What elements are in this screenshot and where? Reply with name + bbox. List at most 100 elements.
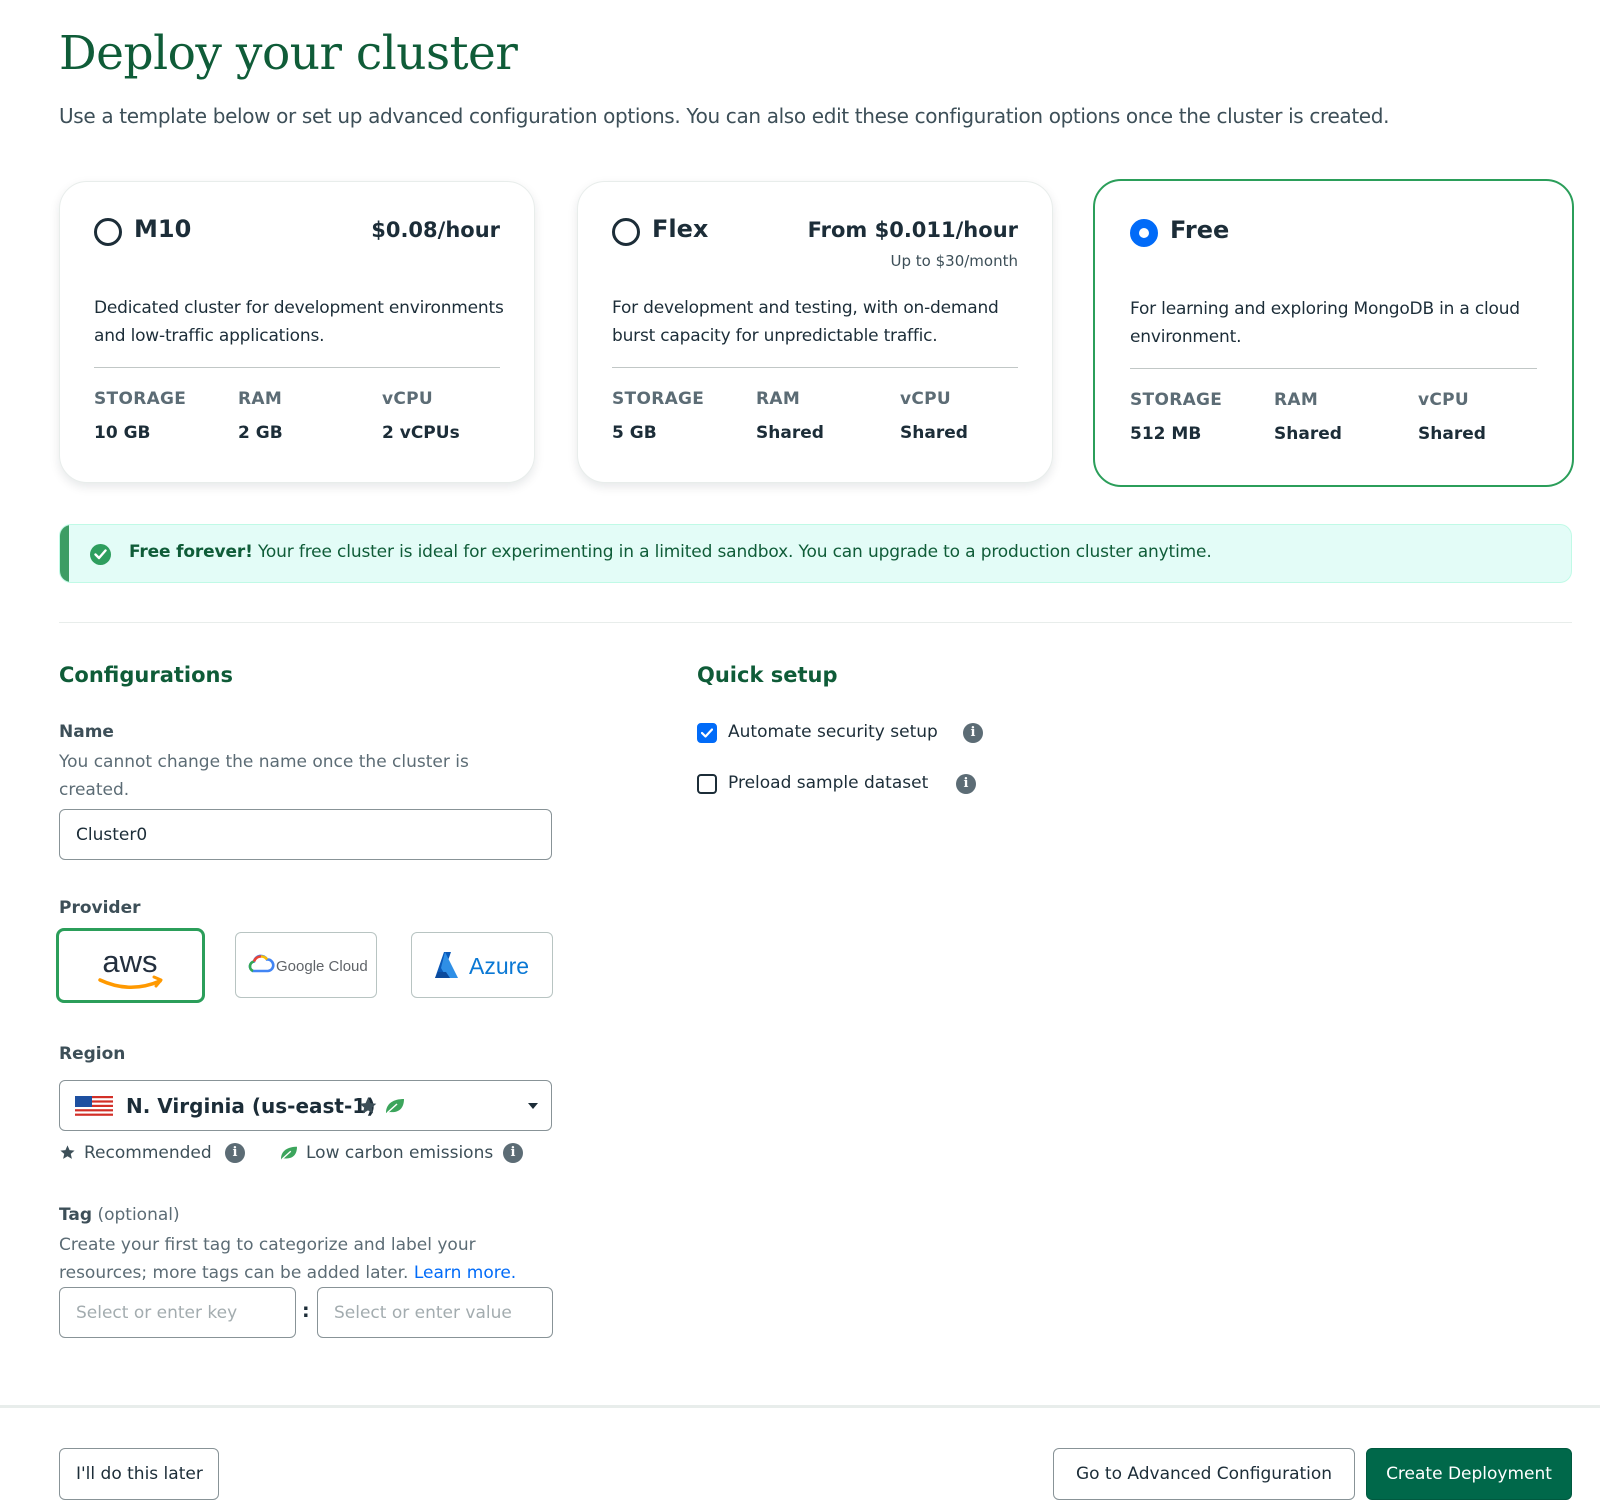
chevron-down-icon <box>528 1103 538 1109</box>
divider <box>612 367 1018 368</box>
create-deployment-button[interactable]: Create Deployment <box>1366 1448 1572 1500</box>
aws-logo-icon: aws <box>98 944 163 989</box>
free-forever-banner: Free forever! Your free cluster is ideal… <box>59 524 1572 583</box>
spec-vcpu: vCPU Shared <box>900 389 968 443</box>
tier-name: Free <box>1170 216 1230 244</box>
tag-help: Create your first tag to categorize and … <box>59 1231 539 1287</box>
spec-storage: STORAGE 512 MB <box>1130 390 1222 444</box>
svg-text:aws: aws <box>102 944 157 979</box>
spec-value: 2 vCPUs <box>382 423 460 443</box>
tier-card-m10[interactable]: M10 $0.08/hour Dedicated cluster for dev… <box>59 181 535 483</box>
cluster-name-input[interactable] <box>59 809 552 860</box>
legend-low-carbon-label: Low carbon emissions <box>306 1143 494 1163</box>
spec-ram: RAM Shared <box>1274 390 1342 444</box>
spec-value: Shared <box>1274 424 1342 444</box>
tag-separator: : <box>302 1300 310 1322</box>
info-icon[interactable]: i <box>225 1143 245 1163</box>
preload-sample-checkbox[interactable] <box>697 774 717 794</box>
provider-aws-button[interactable]: aws <box>56 928 205 1003</box>
spec-label: STORAGE <box>612 389 705 409</box>
spec-value: Shared <box>1418 424 1486 444</box>
divider <box>1130 368 1537 369</box>
svg-text:Google Cloud: Google Cloud <box>276 958 368 975</box>
info-icon[interactable]: i <box>963 723 983 743</box>
spec-value: 512 MB <box>1130 424 1202 444</box>
tier-card-free[interactable]: Free For learning and exploring MongoDB … <box>1093 179 1574 487</box>
spec-vcpu: vCPU 2 vCPUs <box>382 389 460 443</box>
tier-radio-m10[interactable] <box>94 218 122 246</box>
tag-label-row: Tag (optional) <box>59 1205 180 1225</box>
preload-sample-label: Preload sample dataset <box>728 773 929 793</box>
us-flag-icon <box>75 1096 113 1116</box>
check-circle-icon <box>90 544 111 565</box>
automate-security-checkbox[interactable] <box>697 723 717 743</box>
automate-security-label: Automate security setup <box>728 722 938 742</box>
tag-key-input[interactable] <box>59 1287 296 1338</box>
tier-description: For learning and exploring MongoDB in a … <box>1130 299 1520 347</box>
spec-label: vCPU <box>1418 390 1470 410</box>
spec-ram: RAM Shared <box>756 389 824 443</box>
tag-optional: (optional) <box>92 1205 180 1225</box>
footer-divider <box>0 1405 1600 1408</box>
divider <box>94 367 500 368</box>
spec-value: 5 GB <box>612 423 657 443</box>
spec-value: 10 GB <box>94 423 151 443</box>
tier-radio-free[interactable] <box>1130 219 1158 247</box>
spec-value: Shared <box>756 423 824 443</box>
provider-label: Provider <box>59 898 141 918</box>
configurations-title: Configurations <box>59 663 233 687</box>
tier-name: Flex <box>652 215 709 243</box>
star-icon <box>359 1097 377 1114</box>
banner-bold: Free forever! <box>129 542 253 562</box>
leaf-icon <box>281 1146 297 1160</box>
page-title: Deploy your cluster <box>59 26 518 81</box>
page-subtitle: Use a template below or set up advanced … <box>59 104 1390 128</box>
tier-name: M10 <box>134 215 192 243</box>
banner-message: Free forever! Your free cluster is ideal… <box>129 542 1212 562</box>
star-icon <box>60 1145 75 1159</box>
quick-setup-title: Quick setup <box>697 663 838 687</box>
spec-value: Shared <box>900 423 968 443</box>
google-cloud-logo-icon: Google Cloud <box>248 954 368 975</box>
tier-radio-flex[interactable] <box>612 218 640 246</box>
legend-recommended-label: Recommended <box>84 1143 212 1163</box>
provider-google-cloud-button[interactable]: Google Cloud <box>235 932 377 998</box>
spec-vcpu: vCPU Shared <box>1418 390 1486 444</box>
do-later-button[interactable]: I'll do this later <box>59 1448 219 1500</box>
spec-label: RAM <box>756 389 801 409</box>
spec-value: 2 GB <box>238 423 283 443</box>
azure-logo-icon: Azure <box>435 952 529 979</box>
tier-price-sub: Up to $30/month <box>890 252 1018 270</box>
svg-text:Azure: Azure <box>469 953 529 979</box>
spec-label: vCPU <box>382 389 434 409</box>
deploy-cluster-page: Deploy your cluster Use a template below… <box>0 0 1600 1512</box>
banner-text: Your free cluster is ideal for experimen… <box>252 542 1212 562</box>
spec-label: STORAGE <box>94 389 187 409</box>
checkmark-icon <box>701 728 713 738</box>
tag-label: Tag <box>59 1205 93 1225</box>
spec-label: vCPU <box>900 389 952 409</box>
leaf-icon <box>386 1099 404 1114</box>
info-icon[interactable]: i <box>956 774 976 794</box>
spec-storage: STORAGE 10 GB <box>94 389 186 443</box>
region-label: Region <box>59 1044 126 1064</box>
name-label: Name <box>59 722 114 742</box>
name-help: You cannot change the name once the clus… <box>59 752 469 800</box>
region-select[interactable]: N. Virginia (us-east-1) <box>59 1080 552 1131</box>
tier-card-flex[interactable]: Flex From $0.011/hour Up to $30/month Fo… <box>577 181 1053 483</box>
spec-ram: RAM 2 GB <box>238 389 283 443</box>
tier-description: Dedicated cluster for development enviro… <box>94 298 504 346</box>
section-divider <box>59 622 1572 623</box>
tier-price: From $0.011/hour <box>807 218 1018 242</box>
spec-label: RAM <box>238 389 283 409</box>
provider-azure-button[interactable]: Azure <box>411 932 553 998</box>
region-value: N. Virginia (us-east-1) <box>126 1094 376 1118</box>
learn-more-link[interactable]: Learn more. <box>414 1263 516 1283</box>
spec-storage: STORAGE 5 GB <box>612 389 704 443</box>
info-icon[interactable]: i <box>503 1143 523 1163</box>
spec-label: STORAGE <box>1130 390 1223 410</box>
tier-price: $0.08/hour <box>371 218 500 242</box>
banner-accent-bar <box>60 525 69 582</box>
tag-value-input[interactable] <box>317 1287 553 1338</box>
advanced-configuration-button[interactable]: Go to Advanced Configuration <box>1053 1448 1355 1500</box>
